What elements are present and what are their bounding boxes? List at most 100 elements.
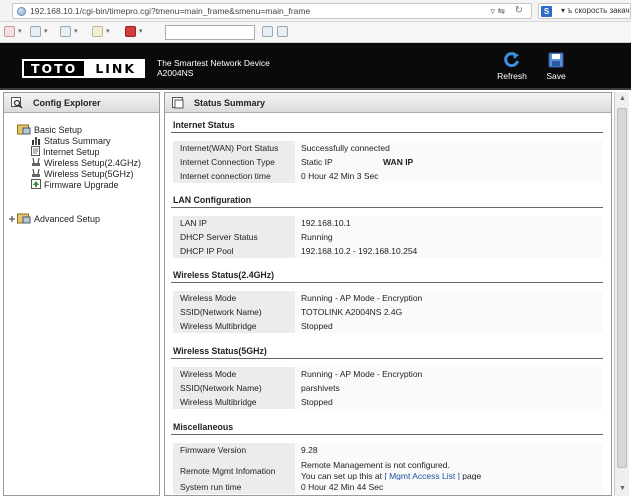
- row-label: SSID(Network Name): [173, 305, 295, 319]
- section-divider: [171, 282, 603, 283]
- table-row: Internet Connection Type Static IP WAN I…: [173, 155, 603, 170]
- url-dropdown-icon[interactable]: ▿ ⇋: [490, 6, 505, 17]
- config-explorer-header: Config Explorer: [4, 93, 159, 113]
- tree-item-label: Status Summary: [44, 136, 111, 146]
- row-value: 9.28: [295, 443, 603, 457]
- chevron-down-icon[interactable]: ▾: [74, 27, 78, 35]
- remote-info-text: page: [462, 470, 482, 481]
- row-value: Stopped: [295, 319, 603, 333]
- tree-advanced-setup-label: Advanced Setup: [34, 214, 101, 224]
- row-label: Internet connection time: [173, 169, 295, 183]
- row-label: Wireless Multibridge: [173, 395, 295, 409]
- mgmt-access-list-link[interactable]: [ Mgmt Access List ]: [384, 471, 460, 481]
- scroll-down-icon[interactable]: ▼: [615, 482, 630, 496]
- save-icon: [548, 52, 564, 68]
- row-value: 192.168.10.1: [295, 216, 603, 230]
- table-row: Wireless Multibridge Stopped: [173, 319, 603, 334]
- row-label: Internet Connection Type: [173, 155, 295, 169]
- chevron-down-icon[interactable]: ▾: [106, 27, 110, 35]
- refresh-button[interactable]: Refresh: [493, 51, 531, 81]
- table-row: Wireless Mode Running - AP Mode - Encryp…: [173, 291, 603, 306]
- table-row: Firmware Version 9.28: [173, 443, 603, 458]
- row-label: SSID(Network Name): [173, 381, 295, 395]
- section-divider: [171, 132, 603, 133]
- row-label: Wireless Mode: [173, 367, 295, 381]
- config-explorer-title: Config Explorer: [33, 98, 101, 108]
- clipboard-icon[interactable]: [92, 26, 103, 37]
- browser-address-bar: 192.168.10.1/cgi-bin/timepro.cgi?tmenu=m…: [0, 0, 631, 22]
- totolink-logo: TOTO LINK: [22, 59, 146, 78]
- wan-ip-label: WAN IP: [383, 157, 414, 167]
- section-divider: [171, 207, 603, 208]
- folder-open-icon: [17, 123, 31, 137]
- tree-advanced-setup[interactable]: Advanced Setup: [9, 212, 100, 226]
- row-label: Wireless Multibridge: [173, 319, 295, 333]
- search-icon[interactable]: [262, 26, 273, 37]
- url-input[interactable]: 192.168.10.1/cgi-bin/timepro.cgi?tmenu=m…: [12, 3, 532, 19]
- row-label: System run time: [173, 480, 295, 494]
- row-value: 0 Hour 42 Min 3 Sec: [295, 169, 603, 183]
- status-summary-panel: Status Summary Internet Status Internet(…: [164, 92, 612, 496]
- section-divider: [171, 434, 603, 435]
- globe-icon: [17, 7, 26, 16]
- page-title: Status Summary: [194, 98, 266, 108]
- chevron-down-icon[interactable]: ▾: [139, 27, 143, 35]
- scroll-thumb[interactable]: [617, 108, 627, 468]
- row-value: Stopped: [295, 395, 603, 409]
- row-label: DHCP IP Pool: [173, 244, 295, 258]
- tree-basic-setup-label: Basic Setup: [34, 125, 83, 135]
- section-title-misc: Miscellaneous: [173, 422, 234, 432]
- model-name: A2004NS: [157, 68, 194, 78]
- page-scrollbar[interactable]: ▲ ▼: [614, 92, 629, 496]
- section-title-wireless-5: Wireless Status(5GHz): [173, 346, 267, 356]
- table-row: SSID(Network Name) TOTOLINK A2004NS 2.4G: [173, 305, 603, 320]
- logo-right: LINK: [86, 59, 146, 78]
- tools-icon[interactable]: [125, 26, 136, 37]
- table-row: Wireless Multibridge Stopped: [173, 395, 603, 410]
- row-value: Static IP WAN IP: [295, 155, 603, 169]
- page-icon[interactable]: [60, 26, 71, 37]
- tree-item-label: Wireless Setup(5GHz): [44, 169, 134, 179]
- refresh-label: Refresh: [497, 71, 527, 81]
- table-row: LAN IP 192.168.10.1: [173, 216, 603, 231]
- row-label: LAN IP: [173, 216, 295, 230]
- remote-info-text: You can set up this at: [301, 470, 382, 481]
- save-button[interactable]: Save: [537, 51, 575, 81]
- magnifier-icon: [11, 97, 23, 109]
- section-title-lan: LAN Configuration: [173, 195, 252, 205]
- row-value: Running - AP Mode - Encryption: [295, 367, 603, 381]
- table-row: Wireless Mode Running - AP Mode - Encryp…: [173, 367, 603, 382]
- tree-item-label: Internet Setup: [43, 147, 100, 157]
- table-row: Internet connection time 0 Hour 42 Min 3…: [173, 169, 603, 184]
- highlight-icon[interactable]: [277, 26, 288, 37]
- row-value: Successfully connected: [295, 141, 603, 155]
- table-row: DHCP Server Status Running: [173, 230, 603, 245]
- section-divider: [171, 358, 603, 359]
- chevron-down-icon[interactable]: ▾: [44, 27, 48, 35]
- row-label: Firmware Version: [173, 443, 295, 457]
- upgrade-icon: [31, 179, 41, 191]
- table-row: DHCP IP Pool 192.168.10.2 - 192.168.10.2…: [173, 244, 603, 259]
- row-value: Running - AP Mode - Encryption: [295, 291, 603, 305]
- logo-left: TOTO: [22, 59, 87, 78]
- row-label: Internet(WAN) Port Status: [173, 141, 295, 155]
- section-title-wireless-24: Wireless Status(2.4GHz): [173, 270, 275, 280]
- table-row: System run time 0 Hour 42 Min 44 Sec: [173, 480, 603, 495]
- refresh-icon: [504, 52, 519, 68]
- table-row: SSID(Network Name) parshivets: [173, 381, 603, 396]
- expand-plus-icon[interactable]: [9, 214, 15, 224]
- row-label: DHCP Server Status: [173, 230, 295, 244]
- tagline: The Smartest Network Device A2004NS: [157, 58, 270, 78]
- chevron-down-icon[interactable]: ▾: [18, 27, 22, 35]
- bookmark-icon[interactable]: [30, 26, 41, 37]
- scroll-up-icon[interactable]: ▲: [615, 92, 630, 106]
- window-icon: [172, 97, 184, 109]
- search-text: ▾ ъ скорость закач: [561, 6, 630, 15]
- tagline-text: The Smartest Network Device: [157, 58, 270, 68]
- browser-search-box[interactable]: S ▾ ъ скорость закач: [538, 3, 631, 19]
- home-icon[interactable]: [4, 26, 15, 37]
- toolbar-search-input[interactable]: [165, 25, 255, 40]
- search-engine-icon[interactable]: S: [541, 6, 552, 17]
- tree-item-firmware-upgrade[interactable]: Firmware Upgrade: [31, 179, 119, 191]
- reload-icon[interactable]: ↻: [515, 5, 523, 16]
